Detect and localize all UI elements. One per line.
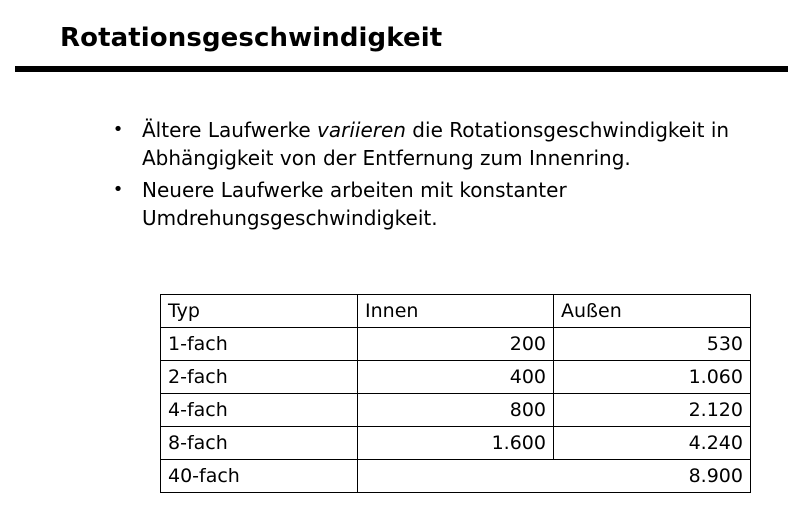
bullet-item: • Neuere Laufwerke arbeiten mit konstant… <box>110 176 800 232</box>
bullet-text-emphasis: variieren <box>317 118 406 142</box>
header-cell-innen: Innen <box>357 294 554 328</box>
cell-aussen: 4.240 <box>553 426 751 460</box>
cell-typ: 40-fach <box>160 459 358 493</box>
table-row-merged: 40-fach 8.900 <box>160 459 751 493</box>
cell-typ: 4-fach <box>160 393 358 427</box>
cell-innen: 200 <box>357 327 554 361</box>
title-divider <box>15 66 788 72</box>
table-row: 4-fach 800 2.120 <box>160 393 751 427</box>
cell-aussen: 530 <box>553 327 751 361</box>
table-row: 8-fach 1.600 4.240 <box>160 426 751 460</box>
slide-title: Rotationsgeschwindigkeit <box>60 23 443 53</box>
bullet-text: Neuere Laufwerke arbeiten mit konstanter… <box>142 178 567 230</box>
bullet-item: • Ältere Laufwerke variieren die Rotatio… <box>110 116 800 172</box>
table-header-row: Typ Innen Außen <box>160 294 751 328</box>
cell-innen: 800 <box>357 393 554 427</box>
cell-typ: 8-fach <box>160 426 358 460</box>
cell-innen: 400 <box>357 360 554 394</box>
bullet-marker: • <box>112 119 124 140</box>
cell-aussen: 1.060 <box>553 360 751 394</box>
bullet-list: • Ältere Laufwerke variieren die Rotatio… <box>110 116 800 236</box>
cell-typ: 2-fach <box>160 360 358 394</box>
bullet-text-start: Ältere Laufwerke <box>142 118 318 142</box>
cell-innen: 1.600 <box>357 426 554 460</box>
cell-aussen: 2.120 <box>553 393 751 427</box>
header-cell-aussen: Außen <box>553 294 751 328</box>
rotation-speed-table: Typ Innen Außen 1-fach 200 530 2-fach 40… <box>160 294 751 493</box>
cell-merged-value: 8.900 <box>357 459 751 493</box>
table-row: 1-fach 200 530 <box>160 327 751 361</box>
cell-typ: 1-fach <box>160 327 358 361</box>
table-row: 2-fach 400 1.060 <box>160 360 751 394</box>
header-cell-typ: Typ <box>160 294 358 328</box>
bullet-marker: • <box>112 179 124 200</box>
